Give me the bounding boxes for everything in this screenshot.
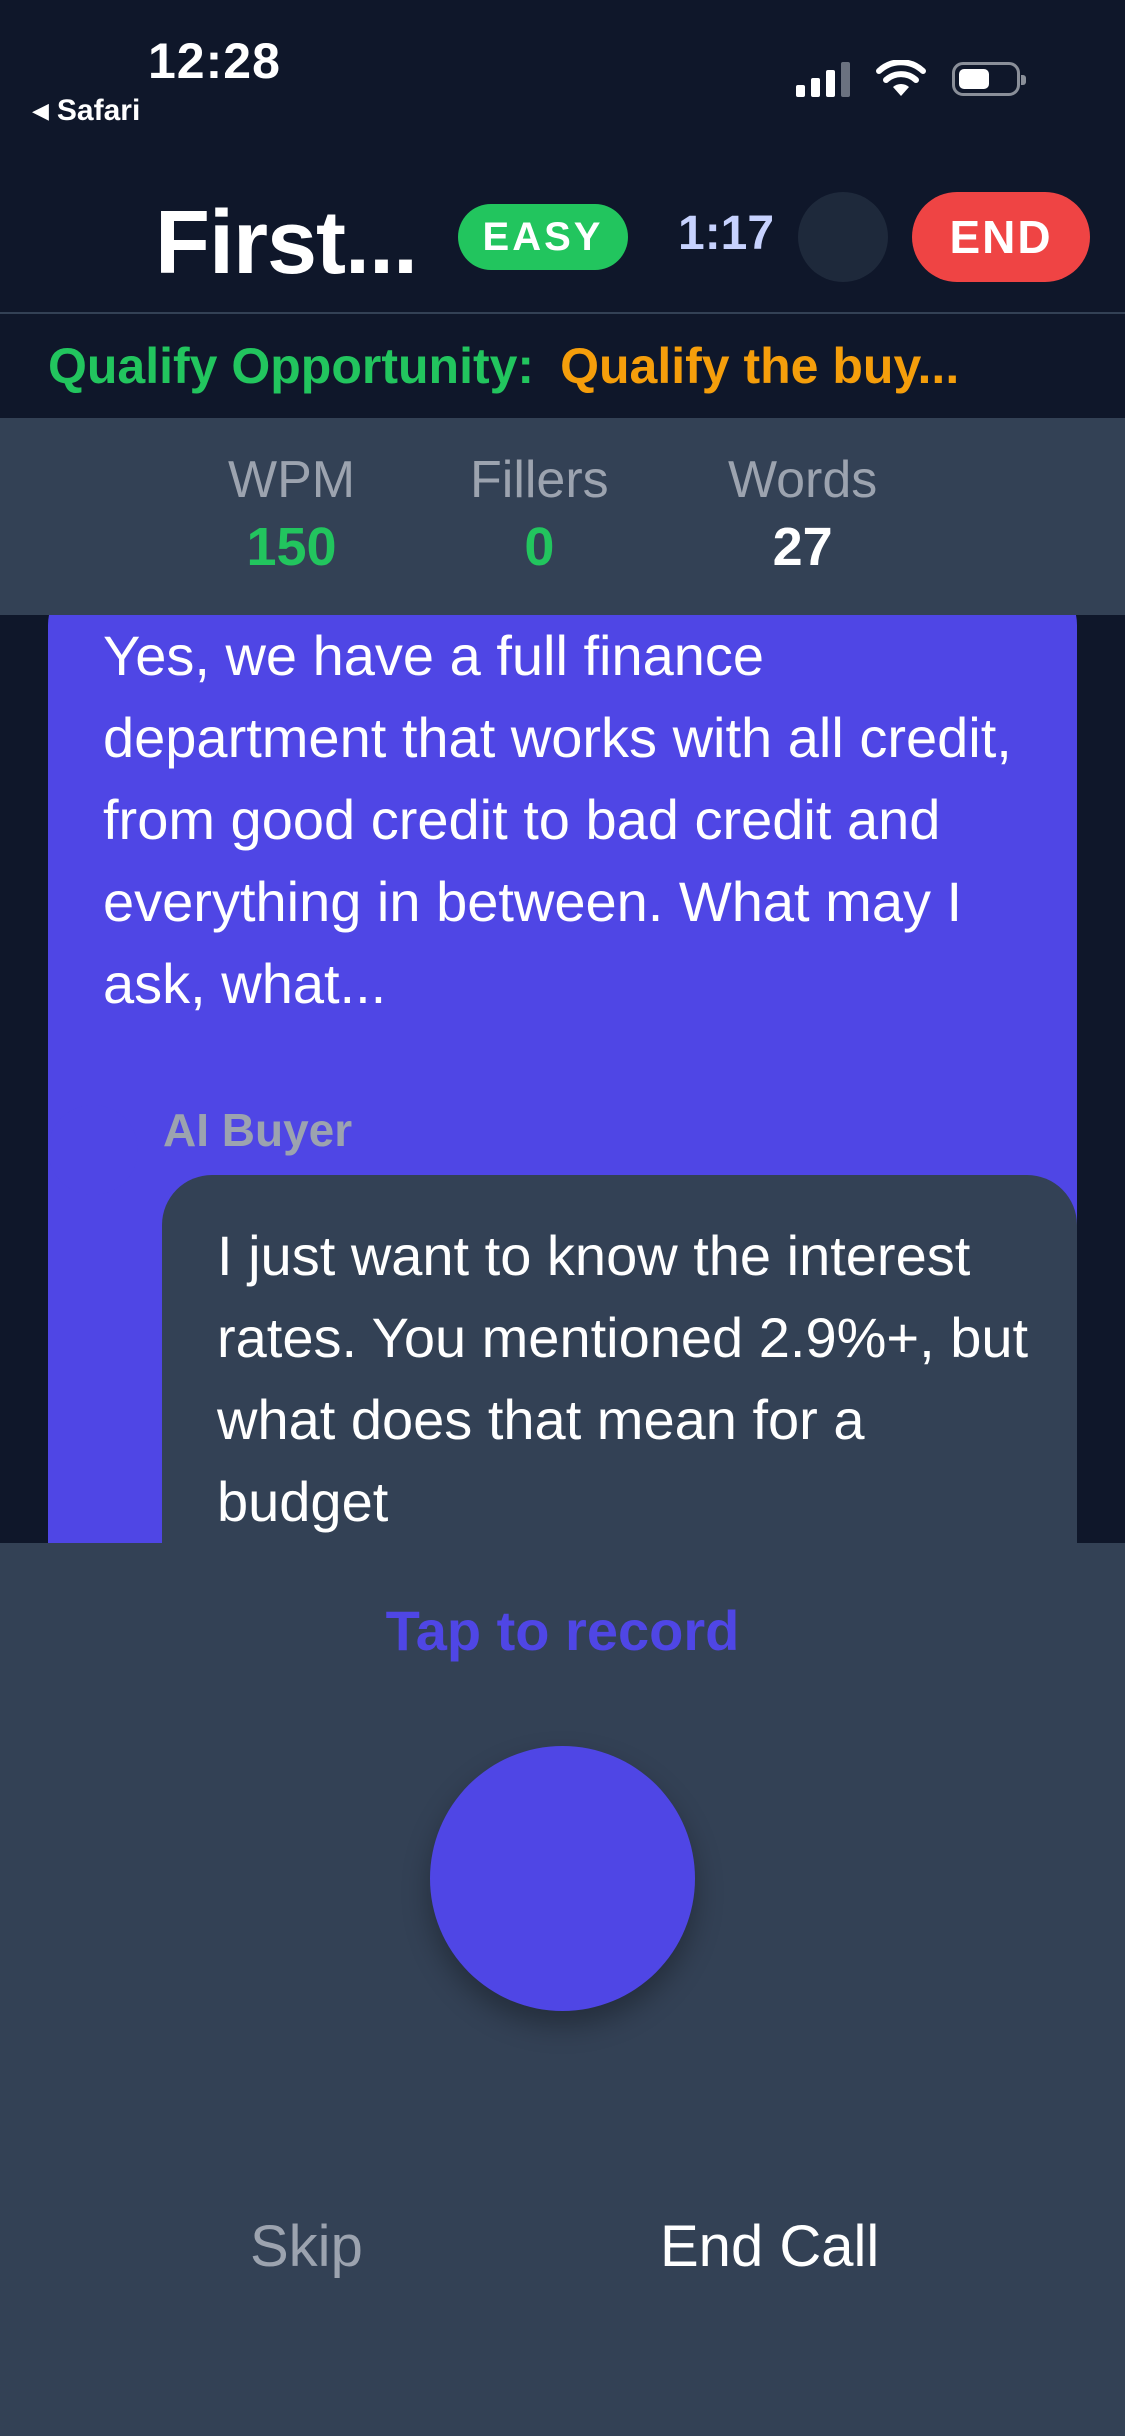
battery-icon — [952, 62, 1026, 96]
record-panel: Tap to record Skip End Call — [0, 1543, 1125, 2436]
ai-speaker-name: AI Buyer — [163, 1104, 353, 1156]
stat-wpm: WPM 150 — [228, 450, 355, 578]
back-app-label: Safari — [56, 94, 141, 127]
scenario-title: First... — [155, 193, 418, 293]
objective-stage: Qualify Opportunity: — [48, 338, 535, 394]
objective-bar: Qualify Opportunity: Qualify the buy... — [0, 312, 1125, 420]
back-arrow-icon: ◀ — [32, 98, 49, 123]
ai-speaker-row: AI Buyer — [48, 1104, 352, 1195]
end-call-button[interactable]: End Call — [660, 2213, 879, 2280]
stat-label: Words — [728, 451, 878, 509]
call-header: First... EASY 1:17 END — [0, 180, 1125, 310]
stat-label: Fillers — [470, 451, 609, 509]
stat-words: Words 27 — [728, 450, 877, 578]
user-message-text: Yes, we have a full finance department t… — [103, 624, 1012, 1015]
tap-to-record-label: Tap to record — [385, 1599, 740, 1662]
status-bar: 12:28 ◀ Safari — [0, 0, 1125, 140]
status-time: 12:28 — [148, 33, 281, 89]
stat-label: WPM — [228, 451, 356, 509]
call-timer: 1:17 — [678, 207, 775, 260]
record-button[interactable] — [430, 1746, 695, 2011]
stat-value: 27 — [772, 517, 833, 577]
buyer-avatar — [798, 192, 888, 282]
speech-stats: WPM 150 Fillers 0 Words 27 — [0, 420, 1125, 615]
ai-message-bubble: I just want to know the interest rates. … — [162, 1175, 1077, 1543]
ai-message-text: I just want to know the interest rates. … — [217, 1224, 1029, 1533]
difficulty-badge: EASY — [458, 204, 628, 270]
stat-fillers: Fillers 0 — [470, 450, 609, 578]
wifi-icon — [876, 60, 926, 96]
stat-value: 0 — [524, 517, 555, 577]
status-icons — [796, 60, 1026, 98]
skip-button[interactable]: Skip — [250, 2213, 363, 2280]
ai-buyer-avatar — [48, 1105, 138, 1195]
transcript-scroll[interactable]: Yes, we have a full finance department t… — [0, 615, 1125, 1543]
back-to-safari[interactable]: ◀ Safari — [32, 94, 140, 128]
stat-value: 150 — [246, 517, 337, 577]
objective-goal: Qualify the buy... — [560, 338, 960, 394]
end-button[interactable]: END — [912, 192, 1090, 282]
cellular-signal-icon — [796, 61, 850, 97]
